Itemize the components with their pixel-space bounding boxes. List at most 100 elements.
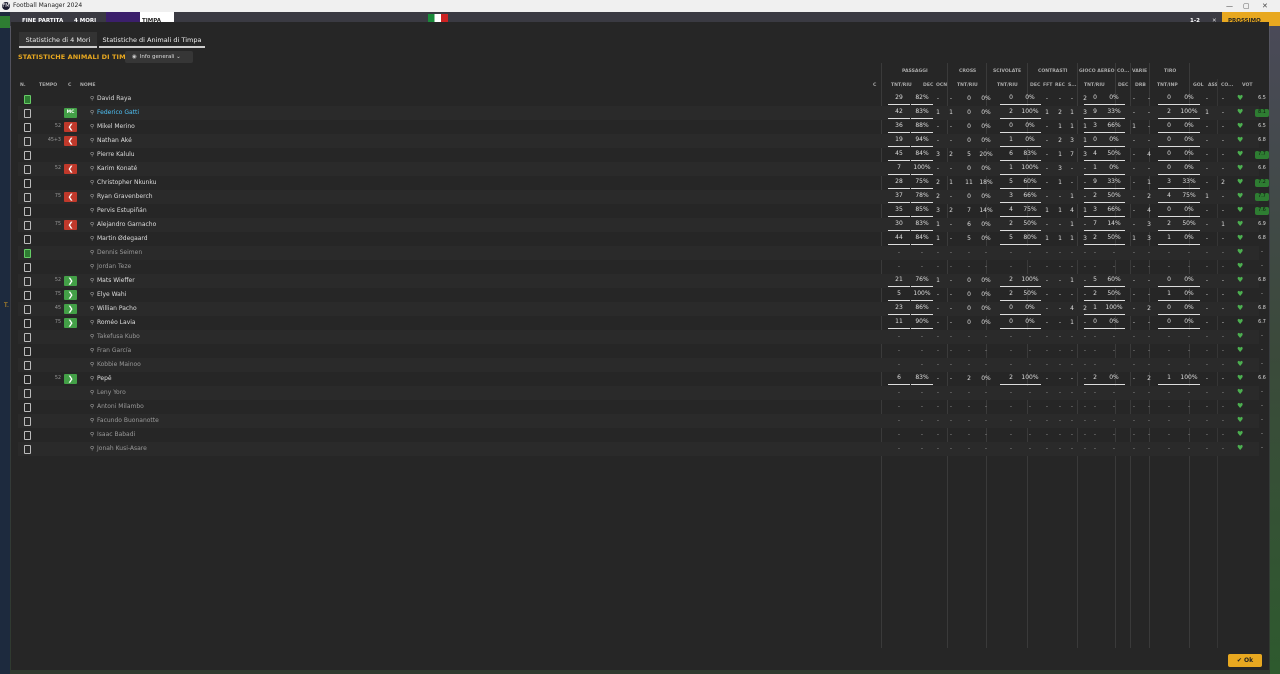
player-card-icon[interactable]: ⚲ [90, 92, 94, 106]
table-row[interactable]: ⚲ Pervis Estupiñán 35 85% 3 2 7 14% 4 75% 1 1 4 1 3 66%… [18, 204, 1269, 218]
table-row[interactable]: 52 ❮ ⚲ Karim Konaté 7 100% - -0 0% 1 100% -3- -1 0% - -… [18, 162, 1266, 176]
player-name[interactable]: Jonah Kusi-Asare [97, 442, 147, 456]
player-card-icon[interactable]: ⚲ [90, 176, 94, 190]
player-card-icon[interactable]: ⚲ [90, 120, 94, 134]
table-row[interactable]: ⚲ Antoni Milambo - - - - - - - - - - - - - - - - - - - - ♥ - [18, 400, 1263, 414]
table-row[interactable]: ⚲ David Raya 29 82% - -0 0% 0 0% - - -2 0 0% - -0 0% - - ♥ 6… [18, 92, 1266, 106]
table-row[interactable]: MC ⚲ Federico Gatti 42 83% 1 1 0 0% 2 100% 1 2 1 3 9 33%… [18, 106, 1269, 120]
col-occ[interactable]: OCN [936, 83, 947, 88]
maximize-icon[interactable]: ▢ [1243, 0, 1250, 12]
tab-away-stats[interactable]: Statistiche di Animali di Timpa [99, 32, 205, 48]
player-name[interactable]: Kobbie Mainoo [97, 358, 141, 372]
player-card-icon[interactable]: ⚲ [90, 162, 94, 176]
col-shots[interactable]: TNT/INP [1157, 83, 1178, 88]
player-name[interactable]: Karim Konaté [97, 162, 137, 176]
player-name[interactable]: Facundo Buonanotte [97, 414, 159, 428]
player-card-icon[interactable]: ⚲ [90, 372, 94, 386]
player-name[interactable]: Federico Gatti [97, 106, 139, 120]
col-c[interactable]: C [68, 83, 71, 88]
col-co-dec[interactable]: DEC [1118, 83, 1128, 88]
table-row[interactable]: ⚲ Leny Yoro - - - - - - - - - - - - - - - - - - - - ♥ - [18, 386, 1263, 400]
player-name[interactable]: Ryan Gravenberch [97, 190, 153, 204]
player-card-icon[interactable]: ⚲ [90, 232, 94, 246]
info-dropdown[interactable]: ◉ Info generali ⌄ [125, 51, 193, 63]
col-aerial[interactable]: TNT/RIU [1084, 83, 1105, 88]
table-row[interactable]: 75 ❯ ⚲ Roméo Lavia 11 90% - -0 0% 0 0% - -1-0 0% - -0 0%… [18, 316, 1266, 330]
ok-button[interactable]: ✔ Ok [1228, 654, 1262, 667]
col-rating[interactable]: VOT [1242, 83, 1253, 88]
col-rec[interactable]: REC [1055, 83, 1065, 88]
table-row[interactable]: ⚲ Isaac Babadi - - - - - - - - - - - - - - - - - - - - ♥ - [18, 428, 1263, 442]
table-row[interactable]: ⚲ Facundo Buonanotte - - - - - - - - - - - - - - - - - - - - ♥… [18, 414, 1263, 428]
player-name[interactable]: Isaac Babadi [97, 428, 135, 442]
player-name[interactable]: Takefusa Kubo [97, 330, 140, 344]
col-tackles[interactable]: TNT/RIU [997, 83, 1018, 88]
player-name[interactable]: Martin Ødegaard [97, 232, 148, 246]
col-passes[interactable]: TNT/RIU [891, 83, 912, 88]
col-goals[interactable]: GOL [1193, 83, 1204, 88]
player-card-icon[interactable]: ⚲ [90, 330, 94, 344]
player-card-icon[interactable]: ⚲ [90, 302, 94, 316]
player-card-icon[interactable]: ⚲ [90, 428, 94, 442]
player-name[interactable]: David Raya [97, 92, 131, 106]
table-row[interactable]: ⚲ Pierre Kalulu 45 84% 3 2 5 20% 6 83% -1 7 3 4 50% -4 0… [18, 148, 1269, 162]
player-card-icon[interactable]: ⚲ [90, 106, 94, 120]
table-row[interactable]: ⚲ Takefusa Kubo - - - - - - - - - - - - - - - - - - - - ♥ - [18, 330, 1263, 344]
table-row[interactable]: ⚲ Kobbie Mainoo - - - - - - - - - - - - - - - - - - - - ♥ - [18, 358, 1263, 372]
player-name[interactable]: Mikel Merino [97, 120, 135, 134]
table-row[interactable]: 45+3 ❮ ⚲ Nathan Aké 19 94% - -0 0% 1 0% -2 3 1 0 0% - -0 0… [18, 134, 1266, 148]
table-row[interactable]: ⚲ Fran García - - - - - - - - - - - - - - - - - - - - ♥ - [18, 344, 1263, 358]
tab-home-stats[interactable]: Statistiche di 4 Mori [19, 32, 97, 48]
player-name[interactable]: Elye Wahi [97, 288, 126, 302]
player-card-icon[interactable]: ⚲ [90, 246, 94, 260]
table-row[interactable]: 52 ❮ ⚲ Mikel Merino 36 88% - -0 0% 0 0% -1 1 1 3 66% 1-0… [18, 120, 1266, 134]
player-card-icon[interactable]: ⚲ [90, 316, 94, 330]
col-time[interactable]: TEMPO [39, 83, 57, 88]
col-cond[interactable]: CO... [1221, 83, 1233, 88]
table-row[interactable]: 75 ❮ ⚲ Alejandro Garnacho 30 83% 1-6 0% 2 50% - -1-… [18, 218, 1266, 232]
player-name[interactable]: Pervis Estupiñán [97, 204, 147, 218]
player-name[interactable]: Pierre Kalulu [97, 148, 135, 162]
table-row[interactable]: ⚲ Jordan Teze - - - - - - - - - - - - - - - - - - - - ♥ - [18, 260, 1263, 274]
close-window-icon[interactable]: ✕ [1262, 0, 1268, 12]
player-name[interactable]: Christopher Nkunku [97, 176, 156, 190]
sidebar-green-tab[interactable] [0, 16, 10, 28]
player-card-icon[interactable]: ⚲ [90, 288, 94, 302]
player-card-icon[interactable]: ⚲ [90, 400, 94, 414]
player-name[interactable]: Jordan Teze [97, 260, 131, 274]
player-card-icon[interactable]: ⚲ [90, 148, 94, 162]
col-number[interactable]: N. [20, 83, 26, 88]
col-cross[interactable]: TNT/RIU [957, 83, 978, 88]
table-row[interactable]: ⚲ Martin Ødegaard 44 84% 1-5 0% 5 80% 1 1 1 3 2 50% 1 3… [18, 232, 1266, 246]
player-name[interactable]: Mats Wieffer [97, 274, 135, 288]
player-name[interactable]: Leny Yoro [97, 386, 126, 400]
player-card-icon[interactable]: ⚲ [90, 134, 94, 148]
player-card-icon[interactable]: ⚲ [90, 274, 94, 288]
col-c2[interactable]: C [873, 83, 876, 88]
player-name[interactable]: Dennis Seimen [97, 246, 142, 260]
player-name[interactable]: Nathan Aké [97, 134, 132, 148]
player-card-icon[interactable]: ⚲ [90, 344, 94, 358]
col-c-dec[interactable]: DEC [1030, 83, 1040, 88]
player-name[interactable]: Pepê [97, 372, 112, 386]
player-name[interactable]: Alejandro Garnacho [97, 218, 156, 232]
player-card-icon[interactable]: ⚲ [90, 190, 94, 204]
player-name[interactable]: Roméo Lavia [97, 316, 136, 330]
player-card-icon[interactable]: ⚲ [90, 204, 94, 218]
col-dec[interactable]: DEC [923, 83, 933, 88]
col-fft[interactable]: FFT [1043, 83, 1052, 88]
col-drib[interactable]: DRB [1135, 83, 1146, 88]
table-row[interactable]: 52 ❯ ⚲ Pepê 6 83% - -2 0% 2 100% - - - -2 0% -2 1 100% - - ♥ 6… [18, 372, 1266, 386]
table-row[interactable]: 52 ❯ ⚲ Mats Wieffer 21 76% 1-0 0% 2 100% - -1-5 60% -… [18, 274, 1266, 288]
player-card-icon[interactable]: ⚲ [90, 218, 94, 232]
table-row[interactable]: 75 ❮ ⚲ Ryan Gravenberch 37 78% 2-0 0% 3 66% - -1-2 5… [18, 190, 1269, 204]
player-card-icon[interactable]: ⚲ [90, 260, 94, 274]
table-row[interactable]: ⚲ Christopher Nkunku 28 75% 2 1 11 18% 5 60% -1- -9… [18, 176, 1269, 190]
player-card-icon[interactable]: ⚲ [90, 358, 94, 372]
table-row[interactable]: ⚲ Jonah Kusi-Asare - - - - - - - - - - - - - - - - - - - - ♥ - [18, 442, 1263, 456]
player-name[interactable]: Antoni Milambo [97, 400, 144, 414]
player-card-icon[interactable]: ⚲ [90, 442, 94, 456]
col-s[interactable]: S... [1068, 83, 1077, 88]
table-row[interactable]: ⚲ Dennis Seimen - - - - - - - - - - - - - - - - - - - - ♥ - [18, 246, 1263, 260]
player-name[interactable]: Willian Pacho [97, 302, 137, 316]
